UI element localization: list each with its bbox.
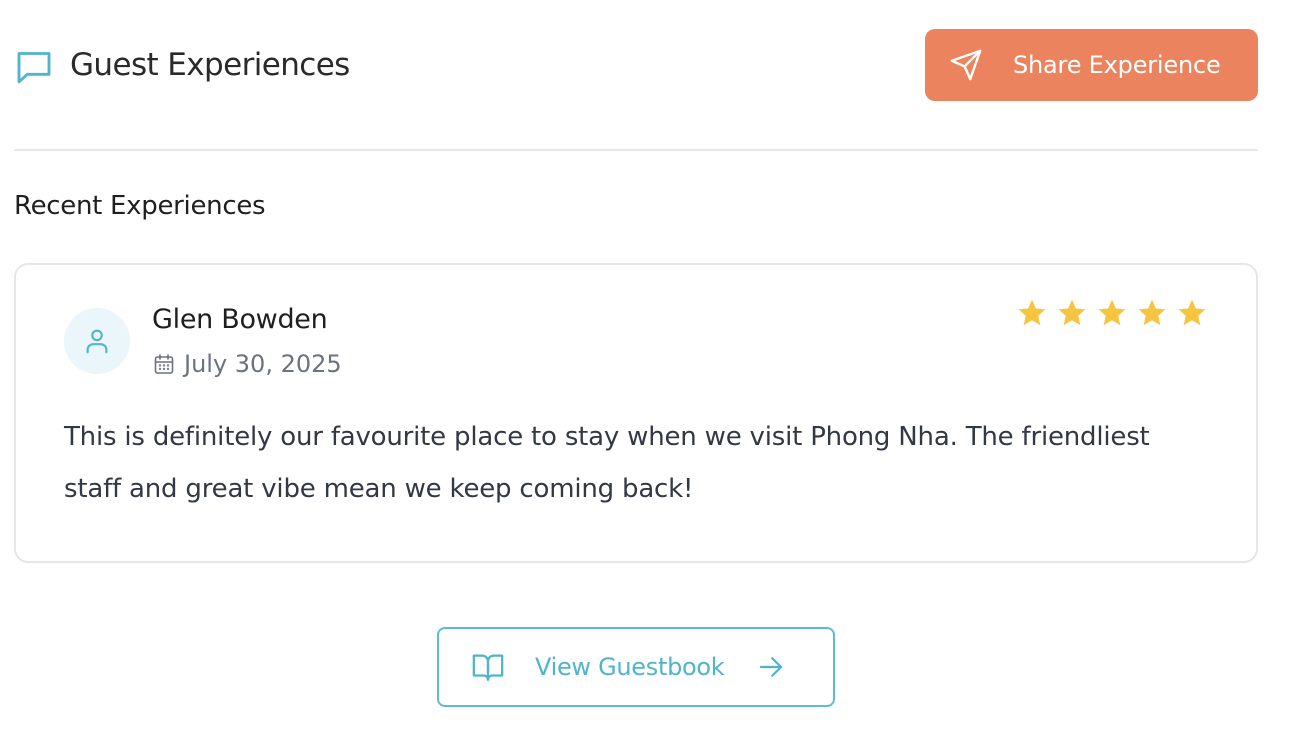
view-guestbook-button[interactable]: View Guestbook [437, 627, 835, 707]
star-icon [1136, 297, 1168, 329]
star-icon [1056, 297, 1088, 329]
message-square-icon [14, 46, 54, 86]
calendar-icon [152, 352, 176, 376]
review-date: July 30, 2025 [152, 347, 342, 381]
star-rating [1016, 297, 1208, 329]
book-open-icon [471, 650, 505, 684]
review-date-text: July 30, 2025 [184, 350, 342, 378]
share-experience-label: Share Experience [1013, 51, 1221, 79]
review-author: Glen Bowden [152, 304, 328, 335]
view-guestbook-label: View Guestbook [535, 653, 725, 681]
star-icon [1176, 297, 1208, 329]
avatar [64, 308, 130, 374]
review-card: Glen Bowden July 30, 2025 This is defini… [14, 263, 1258, 563]
send-icon [949, 48, 983, 82]
share-experience-button[interactable]: Share Experience [925, 29, 1258, 101]
star-icon [1016, 297, 1048, 329]
section-title: Recent Experiences [14, 191, 266, 221]
divider [14, 149, 1258, 151]
page-title: Guest Experiences [70, 47, 350, 83]
arrow-right-icon [756, 652, 786, 682]
user-icon [82, 326, 112, 356]
review-text: This is definitely our favourite place t… [64, 422, 1150, 504]
star-icon [1096, 297, 1128, 329]
